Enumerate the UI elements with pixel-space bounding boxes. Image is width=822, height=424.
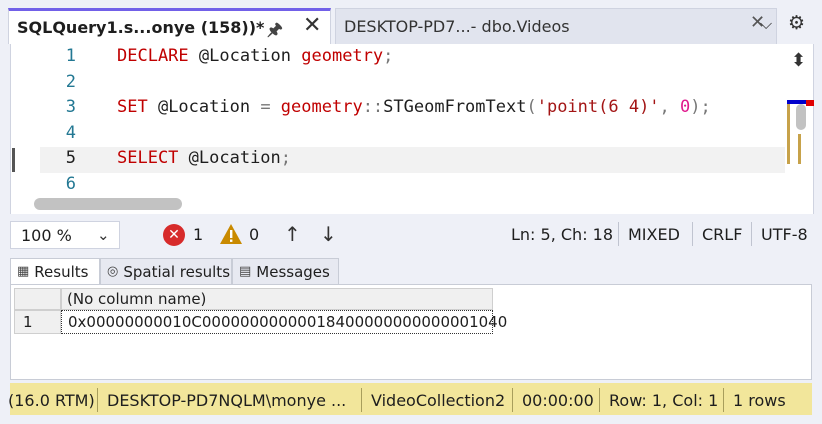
- divider: [618, 222, 619, 246]
- divider: [599, 388, 600, 412]
- line-ending[interactable]: CRLF: [702, 225, 742, 244]
- tab-dbo-videos[interactable]: DESKTOP-PD7...- dbo.Videos ✕: [335, 8, 777, 44]
- tab-sqlquery1-label: SQLQuery1.s...onye (158))*: [17, 18, 265, 37]
- code-token: ::: [362, 97, 384, 117]
- divider: [692, 222, 693, 246]
- divider: [361, 388, 362, 412]
- arrow-down-icon[interactable]: ↓: [320, 222, 337, 246]
- pin-icon[interactable]: 🖈: [267, 17, 283, 46]
- current-line-marker: [12, 148, 15, 172]
- code-token: @Location: [147, 97, 261, 117]
- code-token: @Location: [188, 46, 302, 66]
- code-token: SELECT: [117, 148, 179, 168]
- line-number: 4: [65, 122, 76, 143]
- cursor-position[interactable]: Ln: 5, Ch: 18: [511, 225, 613, 244]
- code-line[interactable]: SELECT @Location;: [117, 148, 291, 168]
- tab-overflow-chevron-icon[interactable]: ⌵: [760, 14, 772, 34]
- warning-icon[interactable]: [219, 222, 243, 246]
- code-token: );: [690, 97, 711, 117]
- code-line[interactable]: DECLARE @Location geometry;: [117, 46, 393, 66]
- status-version: (16.0 RTM): [8, 391, 95, 410]
- code-line[interactable]: SET @Location = geometry::STGeomFromText…: [117, 97, 711, 117]
- tab-messages[interactable]: ▤ Messages: [232, 258, 339, 284]
- zoom-value: 100 %: [21, 225, 72, 245]
- status-database: VideoCollection2: [371, 391, 506, 410]
- code-editor[interactable]: [10, 44, 814, 214]
- error-count[interactable]: 1: [193, 225, 203, 244]
- line-number: 3: [65, 97, 76, 117]
- column-header[interactable]: (No column name): [61, 288, 493, 310]
- vertical-scrollbar[interactable]: [796, 104, 806, 130]
- code-token: (: [526, 97, 537, 117]
- tab-sqlquery1[interactable]: SQLQuery1.s...onye (158))* 🖈 ✕: [8, 8, 331, 44]
- code-token: ;: [280, 148, 292, 168]
- chevron-down-icon[interactable]: ⌄: [97, 226, 110, 244]
- code-token: STGeomFromText: [383, 97, 527, 117]
- tab-messages-label: Messages: [256, 262, 330, 281]
- grid-corner-header[interactable]: [14, 288, 61, 310]
- error-marker: [806, 100, 814, 106]
- code-token: @Location: [178, 148, 281, 168]
- status-server: DESKTOP-PD7NQLM\monye ...: [107, 391, 347, 410]
- divider: [97, 388, 98, 412]
- status-elapsed: 00:00:00: [522, 391, 594, 410]
- code-token: 'point(6 4)': [536, 97, 660, 117]
- divider: [751, 222, 752, 246]
- split-editor-icon[interactable]: ⬍: [791, 50, 806, 71]
- globe-icon: ◎: [107, 264, 119, 279]
- close-tab-icon[interactable]: ✕: [303, 13, 321, 38]
- code-token: =: [260, 97, 281, 117]
- code-token: 0: [680, 97, 691, 117]
- line-number: 2: [65, 71, 76, 92]
- status-row-count: 1 rows: [733, 391, 786, 410]
- whitespace-mode[interactable]: MIXED: [628, 225, 680, 244]
- tab-spatial-results[interactable]: ◎ Spatial results: [100, 258, 232, 284]
- messages-icon: ▤: [239, 264, 252, 279]
- code-token: geometry: [280, 97, 363, 117]
- tab-dbo-videos-label: DESKTOP-PD7...- dbo.Videos: [344, 17, 570, 36]
- status-row-col: Row: 1, Col: 1: [609, 391, 719, 410]
- arrow-up-icon[interactable]: ↑: [284, 222, 301, 246]
- line-number: 5: [65, 148, 76, 168]
- code-token: DECLARE: [117, 46, 189, 66]
- row-header[interactable]: 1: [14, 310, 61, 334]
- tab-spatial-results-label: Spatial results: [123, 262, 231, 281]
- result-cell[interactable]: 0x00000000010C00000000000018400000000000…: [61, 310, 507, 334]
- code-token: ,: [659, 97, 681, 117]
- gear-icon[interactable]: ⚙: [788, 12, 805, 34]
- divider: [723, 388, 724, 412]
- line-number: 1: [65, 46, 76, 66]
- divider: [512, 388, 513, 412]
- code-token: ;: [383, 46, 394, 66]
- error-icon[interactable]: ✕: [163, 224, 185, 246]
- code-token: SET: [117, 97, 148, 117]
- change-marker: [787, 100, 790, 164]
- horizontal-scrollbar[interactable]: [34, 198, 182, 210]
- grid-icon: ▦: [17, 264, 30, 279]
- tab-results[interactable]: ▦ Results: [10, 258, 100, 284]
- line-number: 6: [65, 173, 76, 194]
- encoding[interactable]: UTF-8: [761, 225, 808, 244]
- code-token: geometry: [301, 46, 384, 66]
- tab-results-label: Results: [34, 262, 89, 281]
- change-marker: [798, 134, 801, 164]
- warning-count[interactable]: 0: [249, 225, 259, 244]
